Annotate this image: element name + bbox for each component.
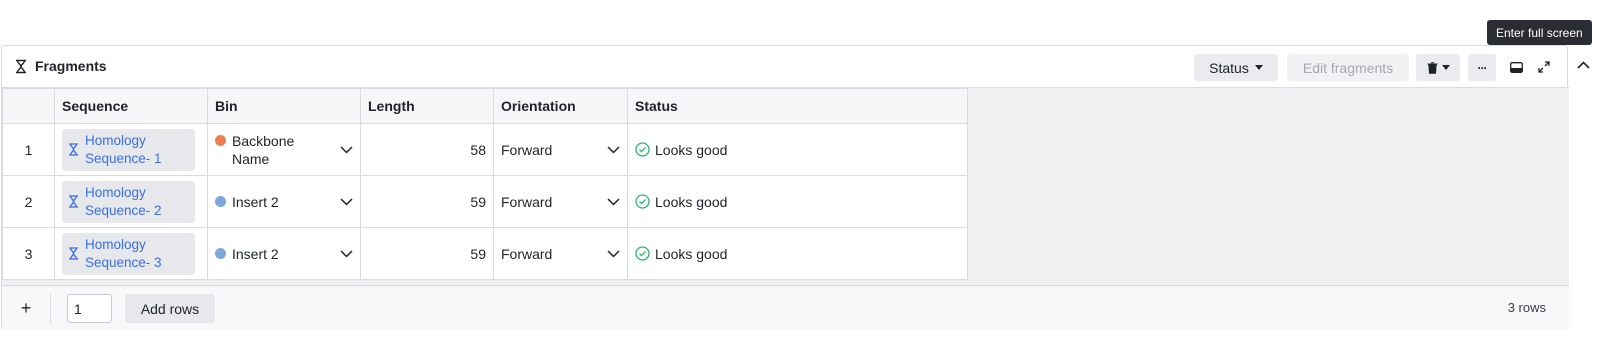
orientation-value: Forward bbox=[501, 141, 553, 158]
status-cell: Looks good bbox=[627, 175, 968, 228]
column-header-status[interactable]: Status bbox=[627, 88, 968, 124]
check-circle-icon bbox=[635, 246, 650, 261]
column-header-length[interactable]: Length bbox=[360, 88, 494, 124]
sequence-name: Homology Sequence- 2 bbox=[85, 184, 162, 220]
more-options-button[interactable]: ··· bbox=[1468, 54, 1496, 81]
fullscreen-button[interactable] bbox=[1533, 56, 1555, 78]
table-header-row: Sequence Bin Length Orientation Status bbox=[2, 88, 968, 124]
delete-menu-button[interactable] bbox=[1416, 54, 1460, 81]
sequence-cell: Homology Sequence- 1 bbox=[54, 123, 208, 176]
check-circle-icon bbox=[635, 142, 650, 157]
add-row-plus-button[interactable]: + bbox=[16, 298, 36, 318]
bin-name: Insert 2 bbox=[232, 193, 279, 210]
hourglass-icon bbox=[68, 247, 79, 260]
panel-title: Fragments bbox=[14, 58, 107, 74]
footer-divider bbox=[50, 294, 51, 323]
add-rows-label: Add rows bbox=[140, 300, 200, 317]
chevron-down-icon[interactable] bbox=[607, 145, 620, 154]
expand-icon bbox=[1538, 61, 1550, 73]
sequence-link[interactable]: Homology Sequence- 3 bbox=[62, 232, 195, 275]
row-index: 1 bbox=[2, 123, 55, 176]
chevron-down-icon[interactable] bbox=[607, 197, 620, 206]
fragments-table: Sequence Bin Length Orientation Status 1 bbox=[2, 88, 968, 280]
panel-title-text: Fragments bbox=[35, 58, 107, 74]
plus-icon: + bbox=[20, 297, 32, 318]
orientation-value: Forward bbox=[501, 245, 553, 262]
sequence-name: Homology Sequence- 1 bbox=[85, 132, 162, 168]
trash-icon bbox=[1427, 61, 1438, 74]
orientation-cell[interactable]: Forward bbox=[493, 227, 628, 280]
status-filter-button[interactable]: Status bbox=[1194, 54, 1278, 81]
fragments-panel: Fragments Status Edit fragments ··· Sequ… bbox=[1, 45, 1569, 330]
status-filter-label: Status bbox=[1209, 59, 1249, 76]
row-index: 3 bbox=[2, 227, 55, 280]
hourglass-icon bbox=[68, 143, 79, 156]
orientation-value: Forward bbox=[501, 193, 553, 210]
column-header-sequence[interactable]: Sequence bbox=[54, 88, 208, 124]
length-cell: 59 bbox=[360, 175, 494, 228]
collapse-panel-button[interactable] bbox=[1573, 55, 1593, 75]
sequence-link[interactable]: Homology Sequence- 2 bbox=[62, 180, 195, 223]
panel-bottom-icon bbox=[1509, 61, 1523, 73]
chevron-down-icon[interactable] bbox=[340, 145, 353, 154]
status-cell: Looks good bbox=[627, 227, 968, 280]
status-text: Looks good bbox=[655, 245, 728, 262]
table-row: 1 Homology Sequence- 1 Backbone Name 58 … bbox=[2, 123, 968, 176]
table-area: Sequence Bin Length Orientation Status 1 bbox=[2, 88, 1569, 285]
hourglass-icon bbox=[68, 195, 79, 208]
chevron-down-icon[interactable] bbox=[607, 249, 620, 258]
bin-cell[interactable]: Backbone Name bbox=[207, 123, 361, 176]
row-index: 2 bbox=[2, 175, 55, 228]
edit-fragments-label: Edit fragments bbox=[1302, 59, 1394, 76]
bin-name: Insert 2 bbox=[232, 245, 279, 262]
caret-down-icon bbox=[1441, 65, 1450, 70]
length-cell: 58 bbox=[360, 123, 494, 176]
caret-down-icon bbox=[1254, 65, 1263, 70]
sequence-name-line2: Sequence- 3 bbox=[85, 254, 162, 270]
panel-layout-button[interactable] bbox=[1505, 56, 1527, 78]
sequence-cell: Homology Sequence- 2 bbox=[54, 175, 208, 228]
column-header-bin[interactable]: Bin bbox=[207, 88, 361, 124]
column-header-index bbox=[2, 88, 55, 124]
table-footer: + Add rows 3 rows bbox=[2, 285, 1569, 330]
chevron-up-icon bbox=[1576, 61, 1590, 69]
fullscreen-tooltip: Enter full screen bbox=[1487, 20, 1592, 50]
sequence-name-line1: Homology bbox=[85, 184, 146, 200]
bin-color-dot bbox=[215, 196, 226, 207]
length-cell: 59 bbox=[360, 227, 494, 280]
edit-fragments-button[interactable]: Edit fragments bbox=[1287, 54, 1409, 81]
hourglass-icon bbox=[14, 59, 28, 74]
chevron-down-icon[interactable] bbox=[340, 197, 353, 206]
bin-cell[interactable]: Insert 2 bbox=[207, 227, 361, 280]
sequence-name-line2: Sequence- 1 bbox=[85, 150, 162, 166]
add-rows-button[interactable]: Add rows bbox=[125, 294, 215, 323]
bin-cell[interactable]: Insert 2 bbox=[207, 175, 361, 228]
orientation-cell[interactable]: Forward bbox=[493, 175, 628, 228]
sequence-name: Homology Sequence- 3 bbox=[85, 236, 162, 272]
column-header-orientation[interactable]: Orientation bbox=[493, 88, 628, 124]
rows-count-input[interactable] bbox=[67, 294, 112, 323]
bin-color-dot bbox=[215, 134, 226, 146]
chevron-down-icon[interactable] bbox=[340, 249, 353, 258]
tooltip-text: Enter full screen bbox=[1496, 25, 1583, 40]
status-cell: Looks good bbox=[627, 123, 968, 176]
check-circle-icon bbox=[635, 194, 650, 209]
table-row: 2 Homology Sequence- 2 Insert 2 59 Forwa… bbox=[2, 175, 968, 228]
row-count-label: 3 rows bbox=[1507, 300, 1546, 315]
orientation-cell[interactable]: Forward bbox=[493, 123, 628, 176]
status-text: Looks good bbox=[655, 193, 728, 210]
sequence-cell: Homology Sequence- 3 bbox=[54, 227, 208, 280]
more-options-label: ··· bbox=[1477, 60, 1488, 75]
sequence-name-line1: Homology bbox=[85, 236, 146, 252]
sequence-link[interactable]: Homology Sequence- 1 bbox=[62, 128, 195, 171]
panel-header: Fragments Status Edit fragments ··· bbox=[2, 46, 1569, 88]
bin-name: Backbone Name bbox=[232, 132, 295, 167]
sequence-name-line1: Homology bbox=[85, 132, 146, 148]
table-row: 3 Homology Sequence- 3 Insert 2 59 Forwa… bbox=[2, 227, 968, 280]
status-text: Looks good bbox=[655, 141, 728, 158]
sequence-name-line2: Sequence- 2 bbox=[85, 202, 162, 218]
bin-color-dot bbox=[215, 248, 226, 259]
